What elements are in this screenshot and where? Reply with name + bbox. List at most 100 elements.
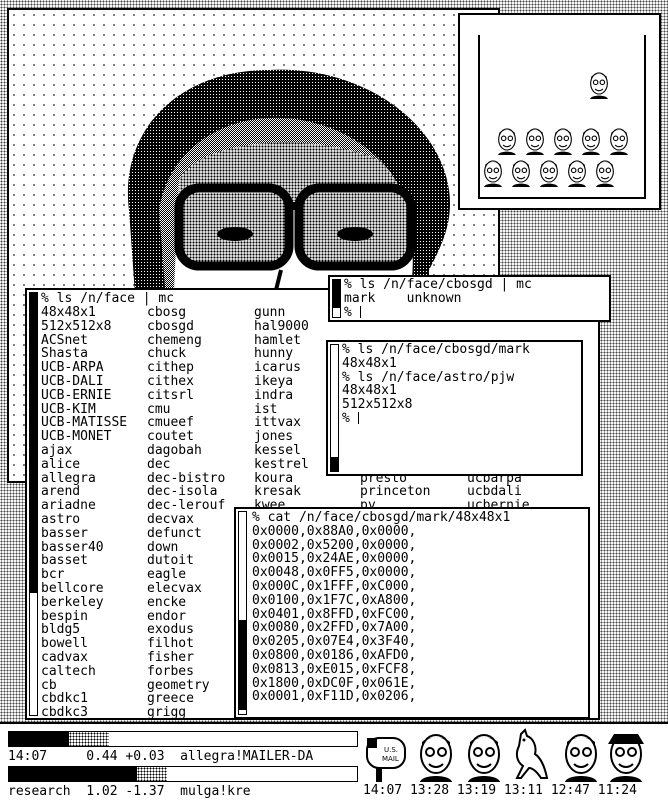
sender-face-icon[interactable] xyxy=(462,728,506,782)
sender-face-icon[interactable] xyxy=(414,728,458,782)
listing-entry[interactable]: caltech xyxy=(41,664,127,679)
listing-entry[interactable]: cmueef xyxy=(147,416,225,430)
listing-entry[interactable]: alice xyxy=(41,457,127,472)
listing-entry[interactable]: cb xyxy=(41,678,127,693)
listing-entry[interactable]: ajax xyxy=(41,444,127,458)
listing-entry[interactable]: allegra xyxy=(41,471,127,486)
listing-entry[interactable]: 512x512x8 xyxy=(41,319,127,334)
listing-entry[interactable]: princeton xyxy=(360,485,430,499)
listing-entry[interactable]: bowell xyxy=(41,637,127,651)
listing-entry[interactable]: fisher xyxy=(147,651,225,665)
listing-entry[interactable]: UCB-ARPA xyxy=(41,361,127,375)
listing-entry[interactable]: geometry xyxy=(147,678,225,693)
listing-entry[interactable]: gunn xyxy=(254,306,309,320)
listing-entry[interactable]: ariadne xyxy=(41,499,127,513)
listing-entry[interactable]: 48x48x1 xyxy=(41,306,127,320)
listing-entry[interactable]: ucbdali xyxy=(467,485,530,499)
listing-entry[interactable]: citsrl xyxy=(147,388,225,403)
listing-entry[interactable]: ittvax xyxy=(254,416,309,430)
ls-cbosgd-window[interactable]: % ls /n/face/cbosgd | mc mark unknown % xyxy=(328,275,611,322)
listing-entry[interactable]: UCB-KIM xyxy=(41,402,127,417)
listing-entry[interactable]: dagobah xyxy=(147,444,225,458)
sender-face-icon[interactable] xyxy=(559,728,603,782)
scrollbar-thumb[interactable] xyxy=(333,280,340,308)
listing-entry[interactable]: cbdkc1 xyxy=(41,692,127,706)
listing-entry[interactable]: elecvax xyxy=(147,582,225,596)
listing-entry[interactable]: encke xyxy=(147,595,225,610)
scrollbar[interactable] xyxy=(29,292,38,716)
terminal-line: % cat /n/face/cbosgd/mark/48x48x1 xyxy=(252,510,511,525)
listing-entry[interactable]: UCB-ERNIE xyxy=(41,388,127,403)
listing-entry[interactable]: jones xyxy=(254,430,309,444)
listing-entry[interactable]: bespin xyxy=(41,609,127,624)
scrollbar-thumb[interactable] xyxy=(331,457,338,471)
listing-entry[interactable]: basser xyxy=(41,526,127,541)
listing-entry[interactable]: cithex xyxy=(147,375,225,389)
listing-entry[interactable]: chemeng xyxy=(147,333,225,348)
listing-entry[interactable]: chuck xyxy=(147,347,225,361)
listing-entry[interactable]: dec-isola xyxy=(147,485,225,499)
listing-entry[interactable]: grigg xyxy=(147,706,225,718)
terminal-line: 0x0048,0x0FF5,0x0000, xyxy=(252,565,417,581)
stacked-face-icon xyxy=(592,157,618,187)
listing-entry[interactable]: cbosg xyxy=(147,306,225,320)
listing-entry[interactable]: ACSnet xyxy=(41,333,127,348)
listing-entry[interactable]: dec xyxy=(147,457,225,472)
listing-entry[interactable]: cadvax xyxy=(41,651,127,665)
cat-window[interactable]: % cat /n/face/cbosgd/mark/48x48x1 0x0000,… xyxy=(234,507,590,719)
mailbox-icon[interactable]: U.S. MAIL xyxy=(364,728,410,782)
scrollbar[interactable] xyxy=(238,511,247,715)
listing-entry[interactable]: cbdkc3 xyxy=(41,706,127,718)
listing-entry[interactable]: endor xyxy=(147,609,225,624)
listing-entry[interactable]: hal9000 xyxy=(254,319,309,334)
listing-entry[interactable]: ikeya xyxy=(254,375,309,389)
listing-entry[interactable]: coutet xyxy=(147,430,225,444)
listing-entry[interactable]: UCB-MATISSE xyxy=(41,416,127,430)
listing-entry[interactable]: koura xyxy=(254,471,309,486)
scrollbar-thumb[interactable] xyxy=(30,293,37,593)
listing-entry[interactable]: basset xyxy=(41,554,127,568)
scrollbar[interactable] xyxy=(330,344,339,472)
listing-entry[interactable]: bellcore xyxy=(41,582,127,596)
listing-entry[interactable]: eagle xyxy=(147,568,225,582)
listing-entry[interactable]: Shasta xyxy=(41,347,127,361)
listing-entry[interactable]: cithep xyxy=(147,361,225,375)
listing-entry[interactable]: bldg5 xyxy=(41,623,127,637)
listing-entry[interactable]: bcr xyxy=(41,568,127,582)
listing-entry[interactable]: kestrel xyxy=(254,457,309,472)
listing-entry[interactable]: UCB-MONET xyxy=(41,430,127,444)
prompt-line: % ls /n/face | mc xyxy=(41,291,175,306)
listing-entry[interactable]: kessel xyxy=(254,444,309,458)
listing-entry[interactable]: berkeley xyxy=(41,595,127,610)
listing-entry[interactable]: greece xyxy=(147,692,225,706)
listing-entry[interactable]: cmu xyxy=(147,402,225,417)
listing-entry[interactable]: UCB-DALI xyxy=(41,375,127,389)
sender-face-icon[interactable] xyxy=(604,728,648,782)
listing-entry[interactable]: cbosgd xyxy=(147,319,225,334)
kangaroo-face-icon[interactable] xyxy=(507,728,551,782)
scrollbar-thumb[interactable] xyxy=(239,620,246,710)
listing-entry[interactable]: hamlet xyxy=(254,333,309,348)
listing-entry[interactable]: filhot xyxy=(147,637,225,651)
listing-entry[interactable]: forbes xyxy=(147,664,225,679)
listing-entry[interactable]: dec-bistro xyxy=(147,471,225,486)
listing-entry[interactable]: ist xyxy=(254,402,309,417)
listing-entry[interactable]: basser40 xyxy=(41,540,127,555)
listing-entry[interactable]: icarus xyxy=(254,361,309,375)
terminal-line: 0x0100,0x1F7C,0xA800, xyxy=(252,592,417,608)
listing-entry[interactable]: arend xyxy=(41,485,127,499)
face-stack-window[interactable] xyxy=(458,13,661,210)
terminal-line: 0x0205,0x07E4,0x3F40, xyxy=(252,634,417,650)
listing-entry[interactable]: kresak xyxy=(254,485,309,499)
listing-entry[interactable]: defunct xyxy=(147,526,225,541)
listing-entry[interactable]: decvax xyxy=(147,513,225,527)
scrollbar[interactable] xyxy=(332,279,341,318)
ls-mark-window[interactable]: % ls /n/face/cbosgd/mark 48x48x1% ls /n/f… xyxy=(326,340,583,476)
listing-entry[interactable]: indra xyxy=(254,388,309,403)
listing-entry[interactable]: exodus xyxy=(147,623,225,637)
listing-entry[interactable]: hunny xyxy=(254,347,309,361)
listing-entry[interactable]: dutoit xyxy=(147,554,225,568)
listing-entry[interactable]: astro xyxy=(41,513,127,527)
listing-entry[interactable]: dec-lerouf xyxy=(147,499,225,513)
listing-entry[interactable]: down xyxy=(147,540,225,555)
